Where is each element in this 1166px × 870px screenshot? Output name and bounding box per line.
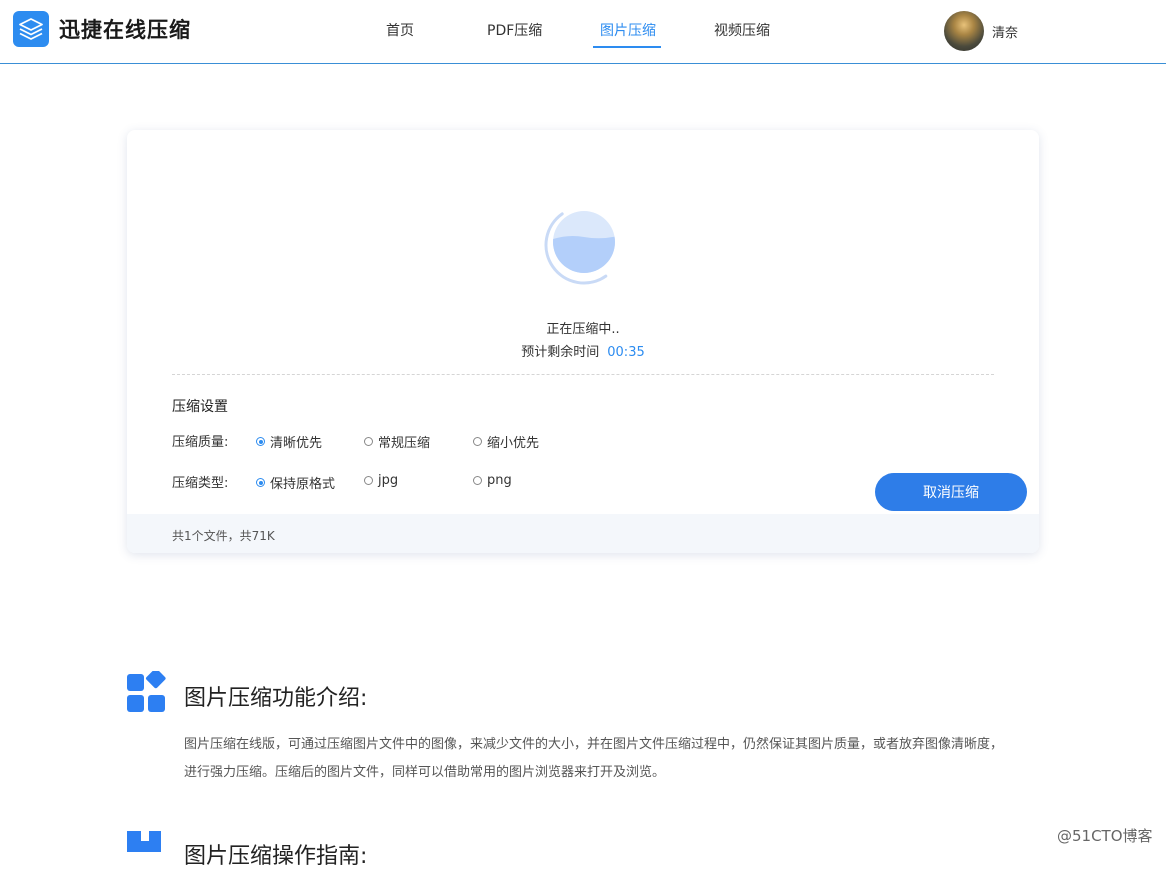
quality-option-label: 清晰优先 bbox=[270, 436, 323, 451]
book-icon bbox=[127, 831, 161, 852]
quality-option-clear[interactable]: 清晰优先 bbox=[256, 432, 322, 451]
active-tab-indicator bbox=[593, 46, 661, 48]
intro-paragraph-line: 进行强力压缩。压缩后的图片文件，同样可以借助常用的图片浏览器来打开及浏览。 bbox=[184, 765, 666, 780]
type-label: 压缩类型: bbox=[172, 476, 229, 491]
compress-progress-card: 正在压缩中.. 预计剩余时间 00:35 压缩设置 压缩质量: 清晰优先 常规压缩… bbox=[127, 130, 1039, 553]
watermark-text: @51CTO博客 bbox=[1057, 827, 1153, 845]
remaining-time-label: 预计剩余时间 bbox=[521, 345, 600, 360]
remaining-time-value: 00:35 bbox=[607, 345, 645, 360]
intro-title: 图片压缩功能介绍: bbox=[184, 686, 368, 711]
nav-item-pdf-compress[interactable]: PDF压缩 bbox=[487, 20, 542, 40]
type-option-jpg[interactable]: jpg bbox=[364, 473, 398, 488]
loading-spinner-icon bbox=[544, 211, 615, 285]
user-menu[interactable]: 清奈 bbox=[944, 11, 1018, 51]
username: 清奈 bbox=[992, 25, 1019, 41]
file-summary-bar: 共1个文件，共71K bbox=[127, 514, 1039, 553]
compress-status-text: 正在压缩中.. bbox=[546, 322, 620, 337]
remaining-time-row: 预计剩余时间 00:35 bbox=[127, 341, 1039, 360]
quality-option-normal[interactable]: 常规压缩 bbox=[364, 432, 430, 451]
nav-item-video-compress[interactable]: 视频压缩 bbox=[714, 20, 770, 40]
type-option-label: png bbox=[487, 473, 512, 488]
nav-item-image-compress[interactable]: 图片压缩 bbox=[600, 20, 656, 40]
nav-item-home[interactable]: 首页 bbox=[386, 20, 414, 40]
top-header: 迅捷在线压缩 首页 PDF压缩 图片压缩 视频压缩 清奈 bbox=[0, 0, 1166, 64]
section-divider bbox=[172, 374, 994, 375]
quality-label: 压缩质量: bbox=[172, 435, 229, 450]
radio-unchecked-icon[interactable] bbox=[364, 437, 373, 446]
type-option-label: jpg bbox=[378, 473, 399, 488]
radio-checked-icon[interactable] bbox=[256, 437, 265, 446]
quality-option-label: 缩小优先 bbox=[487, 436, 540, 451]
site-logo[interactable]: 迅捷在线压缩 bbox=[13, 11, 191, 47]
quality-option-small[interactable]: 缩小优先 bbox=[473, 432, 539, 451]
cancel-compress-button[interactable]: 取消压缩 bbox=[875, 473, 1027, 511]
type-option-original[interactable]: 保持原格式 bbox=[256, 473, 335, 492]
layers-stack-icon bbox=[13, 11, 49, 47]
radio-unchecked-icon[interactable] bbox=[473, 476, 482, 485]
radio-checked-icon[interactable] bbox=[256, 478, 265, 487]
avatar[interactable] bbox=[944, 11, 984, 51]
logo-text: 迅捷在线压缩 bbox=[59, 18, 191, 42]
settings-title: 压缩设置 bbox=[172, 399, 228, 415]
intro-paragraph-line: 图片压缩在线版，可通过压缩图片文件中的图像，来减少文件的大小，并在图片文件压缩过… bbox=[184, 737, 1004, 752]
radio-unchecked-icon[interactable] bbox=[473, 437, 482, 446]
guide-title: 图片压缩操作指南: bbox=[184, 844, 368, 869]
apps-grid-icon bbox=[127, 671, 166, 712]
radio-unchecked-icon[interactable] bbox=[364, 476, 373, 485]
quality-option-label: 常规压缩 bbox=[378, 436, 431, 451]
type-option-png[interactable]: png bbox=[473, 473, 512, 488]
type-option-label: 保持原格式 bbox=[270, 477, 336, 492]
file-summary-text: 共1个文件，共71K bbox=[172, 529, 275, 543]
